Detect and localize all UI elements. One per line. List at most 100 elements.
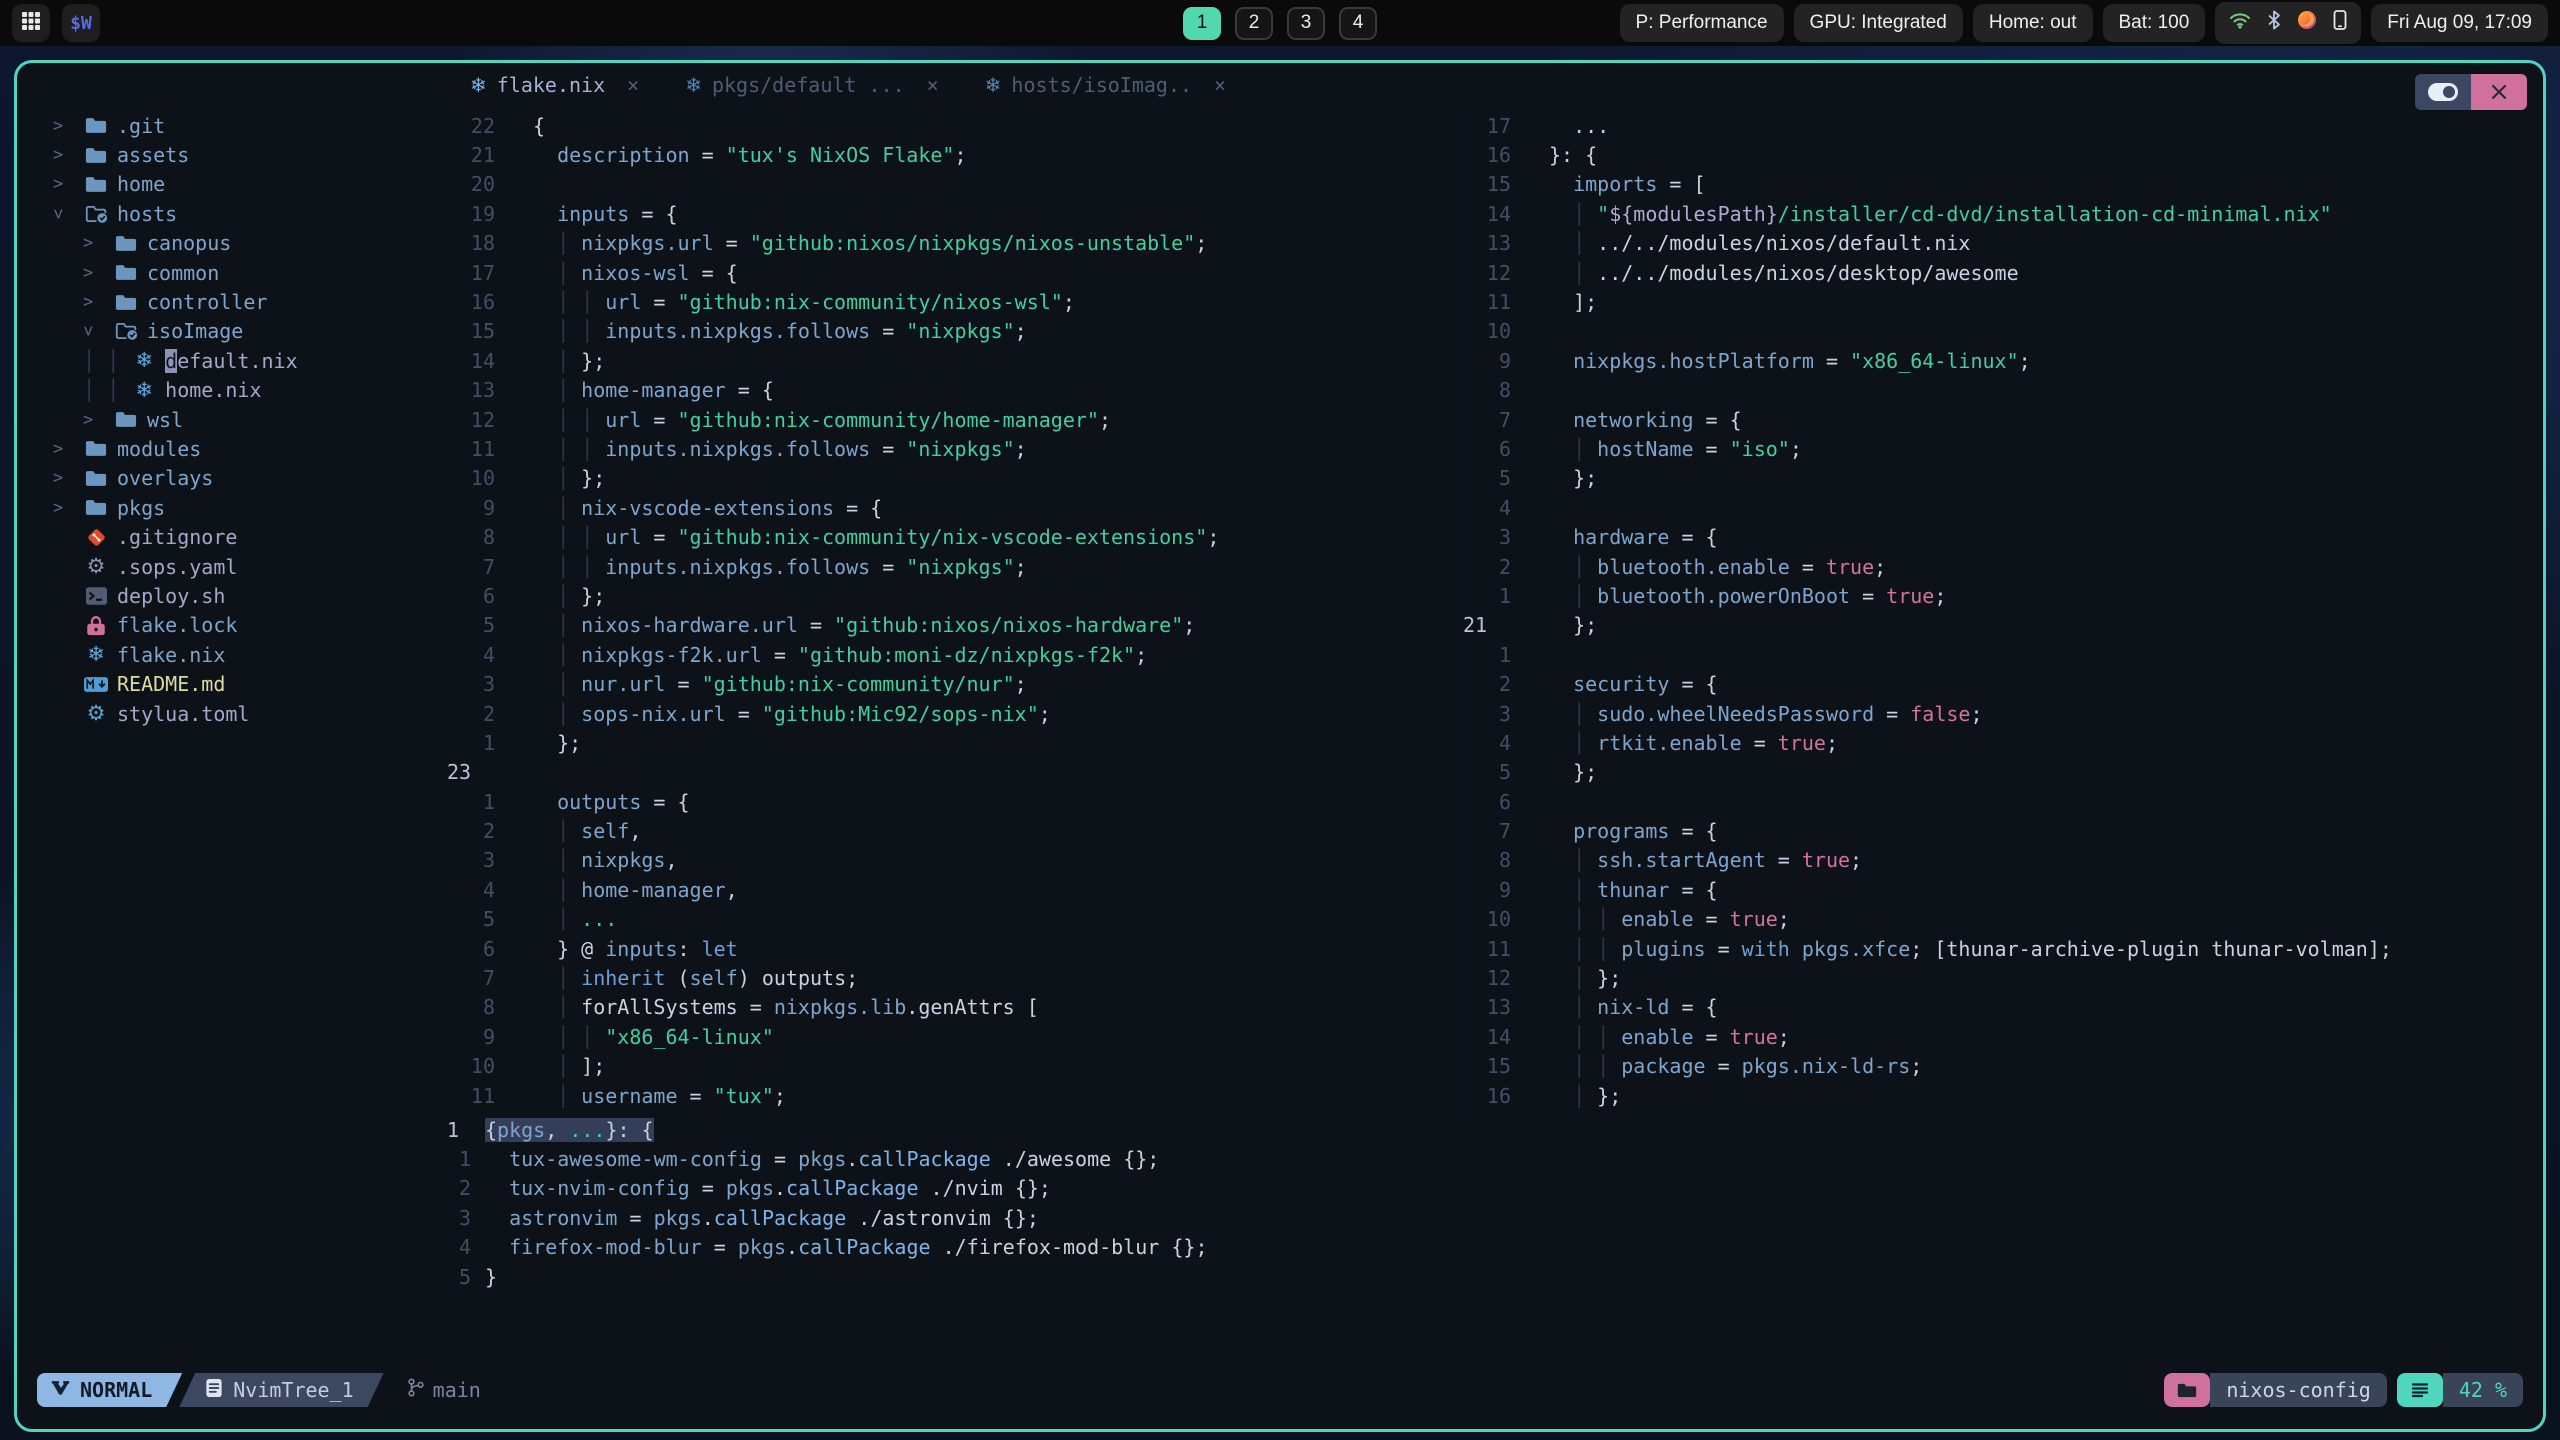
tree-item-overlays[interactable]: > overlays — [17, 464, 441, 493]
tree-item-assets[interactable]: > assets — [17, 140, 441, 169]
code-line[interactable]: 6 │ }; — [441, 581, 1455, 610]
code-line[interactable]: 7 programs = { — [1457, 816, 2543, 845]
code-line[interactable]: 11 ]; — [1457, 287, 2543, 316]
code-line[interactable]: 12 │ }; — [1457, 963, 2543, 992]
phone-icon[interactable] — [2333, 10, 2347, 36]
code-line[interactable]: 6 } @ inputs: let — [441, 934, 1455, 963]
code-line[interactable]: 5 │ nixos-hardware.url = "github:nixos/n… — [441, 611, 1455, 640]
code-line[interactable]: 2 │ sops-nix.url = "github:Mic92/sops-ni… — [441, 699, 1455, 728]
code-line[interactable]: 10 │ }; — [441, 464, 1455, 493]
code-line[interactable]: 14 │ }; — [441, 346, 1455, 375]
code-line[interactable]: 17 ... — [1457, 111, 2543, 140]
code-line[interactable]: 7 │ │ inputs.nixpkgs.follows = "nixpkgs"… — [441, 552, 1455, 581]
tree-item-flake-lock[interactable]: flake.lock — [17, 611, 441, 640]
bluetooth-icon[interactable] — [2267, 10, 2281, 36]
code-line[interactable]: 1 │ bluetooth.powerOnBoot = true; — [1457, 581, 2543, 610]
code-line[interactable]: 15 │ │ package = pkgs.nix-ld-rs; — [1457, 1052, 2543, 1081]
tree-item--gitignore[interactable]: .gitignore — [17, 522, 441, 551]
tab-flake-nix[interactable]: ❄ flake.nix × — [470, 73, 639, 97]
tab-close-icon[interactable]: × — [927, 73, 939, 97]
tree-item-stylua-toml[interactable]: ⚙ stylua.toml — [17, 699, 441, 728]
code-line[interactable]: 6 │ hostName = "iso"; — [1457, 434, 2543, 463]
code-line[interactable]: 4 │ rtkit.enable = true; — [1457, 728, 2543, 757]
code-line[interactable]: 11 │ username = "tux"; — [441, 1081, 1455, 1110]
tree-item-default-nix[interactable]: │ │ ❄ default.nix — [17, 346, 441, 375]
code-line[interactable]: 17 │ nixos-wsl = { — [441, 258, 1455, 287]
code-line[interactable]: 15 │ │ inputs.nixpkgs.follows = "nixpkgs… — [441, 317, 1455, 346]
workspace-button-1[interactable]: 1 — [1183, 6, 1221, 40]
code-line[interactable]: 8 │ │ url = "github:nix-community/nix-vs… — [441, 522, 1455, 551]
code-line[interactable]: 22 { — [441, 111, 1455, 140]
code-line[interactable]: 2 tux-nvim-config = pkgs.callPackage ./n… — [441, 1174, 2543, 1203]
tree-item--sops-yaml[interactable]: ⚙ .sops.yaml — [17, 552, 441, 581]
code-line[interactable]: 4 firefox-mod-blur = pkgs.callPackage ./… — [441, 1233, 2543, 1262]
workspace-button-3[interactable]: 3 — [1287, 6, 1325, 40]
code-line[interactable]: 10 — [1457, 317, 2543, 346]
code-line[interactable]: 5} — [441, 1262, 2543, 1291]
code-line[interactable]: 3 │ sudo.wheelNeedsPassword = false; — [1457, 699, 2543, 728]
code-line[interactable]: 11 │ │ plugins = with pkgs.xfce; [thunar… — [1457, 934, 2543, 963]
workspace-button-2[interactable]: 2 — [1235, 6, 1273, 40]
code-line[interactable]: 7 networking = { — [1457, 405, 2543, 434]
code-line[interactable]: 14 │ "${modulesPath}/installer/cd-dvd/in… — [1457, 199, 2543, 228]
code-line[interactable]: 1 outputs = { — [441, 787, 1455, 816]
code-line[interactable]: 2 │ self, — [441, 816, 1455, 845]
code-line[interactable]: 21 }; — [1457, 611, 2543, 640]
code-line[interactable]: 5 }; — [1457, 464, 2543, 493]
tree-item-modules[interactable]: > modules — [17, 434, 441, 463]
code-line[interactable]: 8 │ ssh.startAgent = true; — [1457, 846, 2543, 875]
code-line[interactable]: 3 hardware = { — [1457, 522, 2543, 551]
code-line[interactable]: 2 │ bluetooth.enable = true; — [1457, 552, 2543, 581]
window-close-button[interactable]: × — [2471, 74, 2527, 110]
code-line[interactable]: 21 description = "tux's NixOS Flake"; — [441, 140, 1455, 169]
code-line[interactable]: 1 tux-awesome-wm-config = pkgs.callPacka… — [441, 1144, 2543, 1173]
code-line[interactable]: 12 │ │ url = "github:nix-community/home-… — [441, 405, 1455, 434]
code-line[interactable]: 4 — [1457, 493, 2543, 522]
tree-item-hosts[interactable]: > hosts — [17, 199, 441, 228]
code-line[interactable]: 20 — [441, 170, 1455, 199]
tree-item-README-md[interactable]: README.md — [17, 669, 441, 698]
tree-item-controller[interactable]: > controller — [17, 287, 441, 316]
tree-item-deploy-sh[interactable]: deploy.sh — [17, 581, 441, 610]
tab-close-icon[interactable]: × — [1214, 73, 1226, 97]
code-line[interactable]: 10 │ │ enable = true; — [1457, 905, 2543, 934]
firefox-icon[interactable] — [2297, 10, 2317, 36]
code-line[interactable]: 9 │ │ "x86_64-linux" — [441, 1022, 1455, 1051]
code-line[interactable]: 12 │ ../../modules/nixos/desktop/awesome — [1457, 258, 2543, 287]
code-line[interactable]: 1 {pkgs, ...}: { — [441, 1115, 2543, 1144]
code-line[interactable]: 13 │ ../../modules/nixos/default.nix — [1457, 229, 2543, 258]
window-toggle-button[interactable] — [2415, 74, 2471, 110]
code-line[interactable]: 9 │ nix-vscode-extensions = { — [441, 493, 1455, 522]
code-line[interactable]: 8 — [1457, 376, 2543, 405]
code-line[interactable]: 1 — [1457, 640, 2543, 669]
tree-item-canopus[interactable]: > canopus — [17, 229, 441, 258]
tree-item--git[interactable]: > .git — [17, 111, 441, 140]
code-line[interactable]: 19 inputs = { — [441, 199, 1455, 228]
tree-item-common[interactable]: > common — [17, 258, 441, 287]
wifi-icon[interactable] — [2229, 11, 2251, 35]
code-line[interactable]: 15 imports = [ — [1457, 170, 2543, 199]
code-line[interactable]: 9 nixpkgs.hostPlatform = "x86_64-linux"; — [1457, 346, 2543, 375]
code-line[interactable]: 7 │ inherit (self) outputs; — [441, 963, 1455, 992]
code-line[interactable]: 11 │ │ inputs.nixpkgs.follows = "nixpkgs… — [441, 434, 1455, 463]
tab-close-icon[interactable]: × — [627, 73, 639, 97]
code-line[interactable]: 18 │ nixpkgs.url = "github:nixos/nixpkgs… — [441, 229, 1455, 258]
tree-item-home[interactable]: > home — [17, 170, 441, 199]
code-line[interactable]: 10 │ ]; — [441, 1052, 1455, 1081]
code-line[interactable]: 23 — [441, 758, 1455, 787]
workspace-button-4[interactable]: 4 — [1339, 6, 1377, 40]
code-line[interactable]: 4 │ home-manager, — [441, 875, 1455, 904]
tree-item-isoImage[interactable]: > isoImage — [17, 317, 441, 346]
code-line[interactable]: 16 │ }; — [1457, 1081, 2543, 1110]
code-line[interactable]: 8 │ forAllSystems = nixpkgs.lib.genAttrs… — [441, 993, 1455, 1022]
code-line[interactable]: 1 }; — [441, 728, 1455, 757]
code-line[interactable]: 2 security = { — [1457, 669, 2543, 698]
tree-item-flake-nix[interactable]: ❄ flake.nix — [17, 640, 441, 669]
tree-item-home-nix[interactable]: │ │ ❄ home.nix — [17, 376, 441, 405]
code-line[interactable]: 5 }; — [1457, 758, 2543, 787]
code-line[interactable]: 13 │ home-manager = { — [441, 376, 1455, 405]
code-line[interactable]: 4 │ nixpkgs-f2k.url = "github:moni-dz/ni… — [441, 640, 1455, 669]
code-line[interactable]: 14 │ │ enable = true; — [1457, 1022, 2543, 1051]
wm-logo-button[interactable]: $W — [62, 4, 100, 42]
tree-item-pkgs[interactable]: > pkgs — [17, 493, 441, 522]
